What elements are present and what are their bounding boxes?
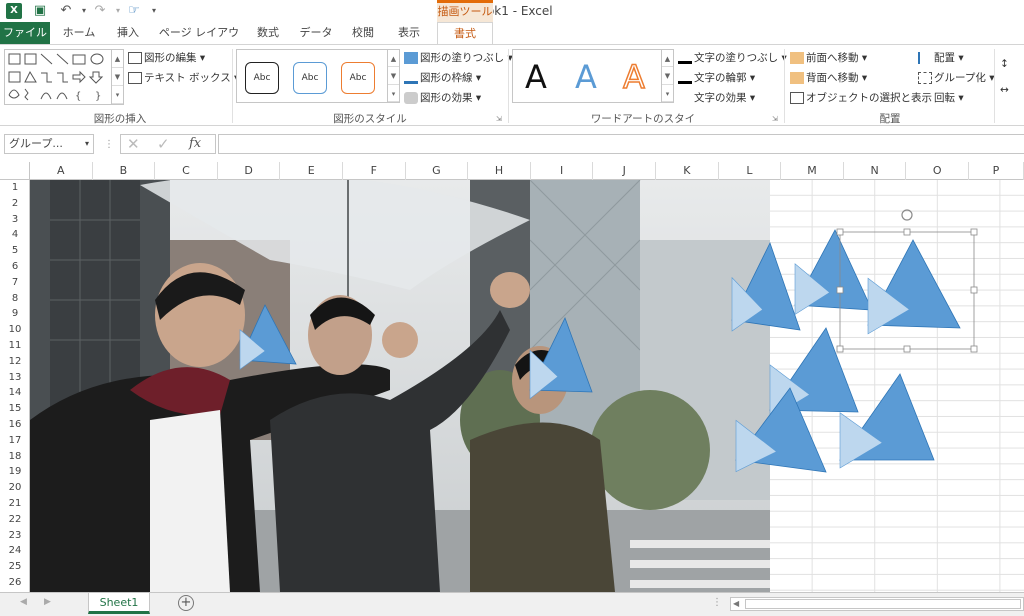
triangle-shapes-layer[interactable] [0,0,1024,616]
new-sheet-icon[interactable]: + [178,595,194,611]
resize-handle[interactable] [903,345,911,353]
sheet-scroll-left-icon[interactable]: ◀ [20,597,27,607]
scrollbar-thumb[interactable] [745,599,1021,609]
resize-handle[interactable] [836,345,844,353]
resize-handle[interactable] [903,228,911,236]
scroll-left-icon[interactable]: ◀ [733,598,739,610]
resize-handle[interactable] [970,228,978,236]
sheet-tab-bar: ◀ ▶ Sheet1 + ⋮ ◀ [0,592,1024,616]
tab-split-icon[interactable]: ⋮ [712,597,722,608]
resize-handle[interactable] [970,345,978,353]
sheet-scroll-right-icon[interactable]: ▶ [44,597,51,607]
sheet-tab-sheet1[interactable]: Sheet1 [88,593,150,614]
resize-handle[interactable] [836,228,844,236]
rotate-handle-icon[interactable] [901,209,913,221]
resize-handle[interactable] [970,286,978,294]
horizontal-scrollbar[interactable]: ◀ [730,597,1024,611]
resize-handle[interactable] [836,286,844,294]
